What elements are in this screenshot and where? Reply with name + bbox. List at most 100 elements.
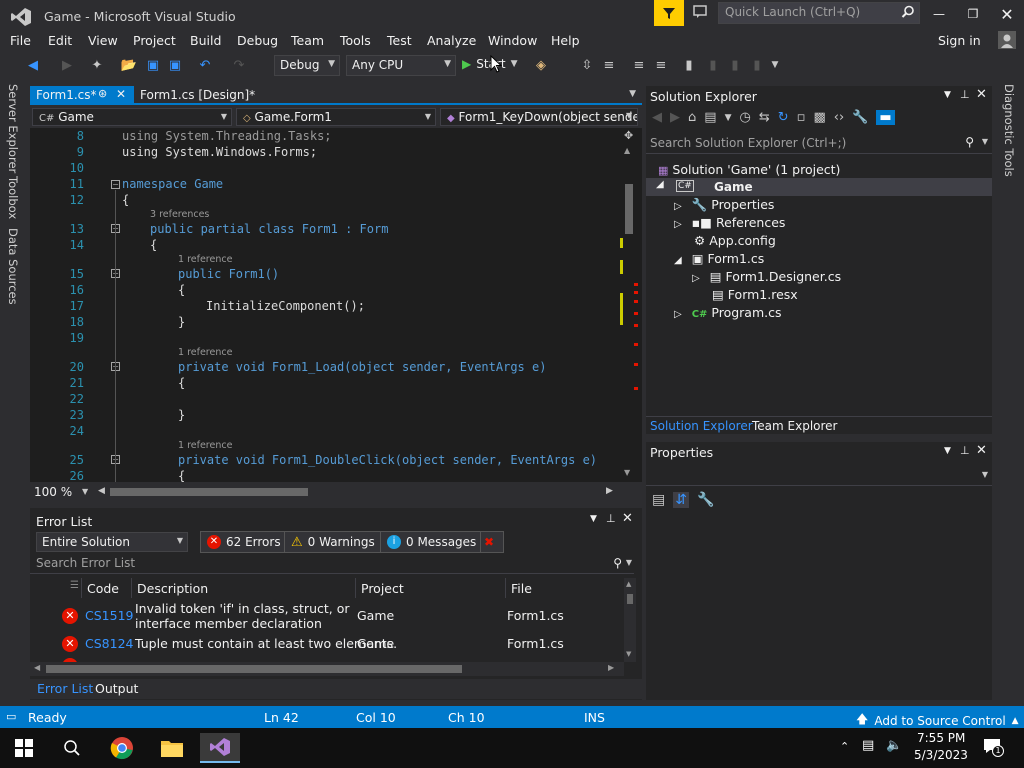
notification-center-icon[interactable]: 1 (982, 737, 1004, 757)
tab-form1-design[interactable]: Form1.cs [Design]* (134, 86, 274, 105)
diagnostic-tools-tab[interactable]: Diagnostic Tools (1002, 84, 1016, 177)
error-list-horizontal-scrollbar[interactable]: ◀ ▶ (30, 662, 624, 676)
codelens-references[interactable]: 1 reference (178, 254, 232, 265)
scroll-up-icon[interactable]: ▲ (626, 580, 631, 588)
clock-date[interactable]: 5/3/2023 (914, 748, 968, 762)
avatar[interactable] (998, 31, 1016, 49)
expanded-arrow-icon[interactable]: ◢ (674, 255, 682, 266)
project-dropdown[interactable]: C# Game ▼ (32, 108, 232, 126)
editor-vertical-scrollbar[interactable]: ✥ ▲ ▼ (620, 128, 642, 482)
collapsed-arrow-icon[interactable]: ▷ (674, 201, 682, 212)
tree-item-project[interactable]: ◢ C# Game (646, 178, 992, 196)
navigate-forward-icon[interactable]: ▶ (58, 56, 76, 74)
scroll-down-icon[interactable]: ▼ (624, 468, 630, 477)
menu-analyze[interactable]: Analyze (427, 33, 476, 48)
collapse-all-icon[interactable]: ▫ (797, 110, 806, 125)
undo-icon[interactable]: ↶ (196, 56, 214, 74)
prev-bookmark-icon[interactable]: ▮ (704, 56, 722, 74)
show-all-files-icon[interactable]: ▩ (813, 110, 825, 125)
server-explorer-tab[interactable]: Server Explorer (6, 84, 20, 173)
save-icon[interactable]: ▣ (144, 56, 162, 74)
menu-view[interactable]: View (88, 33, 118, 48)
menu-build[interactable]: Build (190, 33, 221, 48)
error-list-search-input[interactable]: Search Error List ⚲ ▼ (30, 554, 634, 574)
back-icon[interactable]: ◀ (652, 110, 662, 125)
properties-wrench-icon[interactable]: 🔧 (852, 110, 868, 125)
view-code-icon[interactable]: ‹› (834, 110, 844, 125)
expanded-arrow-icon[interactable]: ◢ (656, 179, 664, 190)
minimize-icon[interactable]: — (922, 3, 956, 25)
tree-item-form1[interactable]: ◢ ▣ Form1.cs (674, 251, 764, 266)
build-intellisense-filter-button[interactable]: ✖ (480, 531, 504, 553)
warnings-filter-button[interactable]: ⚠ 0 Warnings (284, 531, 382, 553)
collapsed-arrow-icon[interactable]: ▷ (692, 273, 700, 284)
menu-team[interactable]: Team (291, 33, 324, 48)
solution-platform-dropdown[interactable]: Any CPU ▼ (346, 55, 456, 76)
zoom-level[interactable]: 100 % (34, 485, 72, 499)
chrome-icon[interactable] (102, 733, 142, 763)
table-row[interactable]: ✕ CS1519 Invalid token 'if' in class, st… (30, 600, 622, 632)
bookmark-icon[interactable]: ▮ (680, 56, 698, 74)
tree-item-program[interactable]: ▷ C# Program.cs (674, 305, 782, 320)
close-icon[interactable]: ✕ (990, 3, 1024, 25)
property-pages-icon[interactable]: 🔧 (697, 492, 714, 508)
column-header-file[interactable]: File (506, 578, 622, 598)
error-list-vertical-scrollbar[interactable]: ▲ ▼ (624, 578, 636, 662)
collapsed-arrow-icon[interactable]: ▷ (674, 219, 682, 230)
visual-studio-taskbar-icon[interactable] (200, 733, 240, 763)
scroll-thumb[interactable] (46, 665, 462, 673)
chevron-down-icon[interactable]: ▼ (82, 487, 88, 496)
scroll-down-icon[interactable]: ▼ (626, 650, 631, 658)
error-code-link[interactable]: CS8124 (85, 636, 133, 651)
step-icon[interactable]: ⇳ (578, 56, 596, 74)
tree-item-form1-designer[interactable]: ▷ ▤ Form1.Designer.cs (692, 269, 841, 284)
menu-tools[interactable]: Tools (340, 33, 371, 48)
column-header-code[interactable]: Code (82, 578, 132, 598)
panel-menu-icon[interactable]: ▼ (944, 446, 951, 456)
menu-edit[interactable]: Edit (48, 33, 72, 48)
tab-team-explorer[interactable]: Team Explorer (752, 419, 838, 433)
codelens-references[interactable]: 1 reference (178, 347, 232, 358)
browser-link-icon[interactable]: ◈ (532, 56, 550, 74)
show-hidden-icons[interactable]: ⌃ (840, 740, 849, 753)
collapse-icon[interactable]: − (111, 180, 120, 189)
scroll-up-icon[interactable]: ▲ (624, 146, 630, 155)
feedback-filter-icon[interactable] (654, 0, 684, 26)
tab-form1-cs[interactable]: Form1.cs* ⊛ ✕ (30, 86, 134, 105)
code-editor[interactable]: 8 9 11 12 13 14 15 16 17 18 19 20 21 22 … (30, 128, 622, 482)
tree-item-solution[interactable]: ▦ Solution 'Game' (1 project) (658, 162, 840, 177)
sync-with-document-icon[interactable]: ⇆ (759, 110, 770, 125)
quick-launch-input[interactable]: Quick Launch (Ctrl+Q) (718, 2, 920, 24)
send-feedback-icon[interactable] (692, 4, 712, 24)
refresh-icon[interactable]: ↻ (778, 110, 789, 125)
redo-icon[interactable]: ↷ (230, 56, 248, 74)
tab-output[interactable]: Output (95, 681, 138, 696)
menu-project[interactable]: Project (133, 33, 176, 48)
scroll-thumb[interactable] (625, 184, 633, 234)
panel-menu-icon[interactable]: ▼ (590, 514, 597, 524)
toolbox-tab[interactable]: Toolbox (6, 176, 20, 219)
scroll-left-icon[interactable]: ◀ (98, 486, 105, 496)
network-icon[interactable]: ▤ (862, 738, 874, 753)
properties-object-dropdown[interactable]: ▼ (646, 466, 992, 486)
menu-help[interactable]: Help (551, 33, 580, 48)
close-icon[interactable]: ✕ (976, 87, 987, 102)
comment-icon[interactable]: ≡ (630, 56, 648, 74)
class-dropdown[interactable]: ◇ Game.Form1 ▼ (236, 108, 436, 126)
solution-explorer-search-input[interactable]: Search Solution Explorer (Ctrl+;) ⚲ ▼ (646, 134, 992, 154)
menu-debug[interactable]: Debug (237, 33, 278, 48)
restore-icon[interactable]: ❐ (956, 3, 990, 25)
codelens-references[interactable]: 3 references (150, 209, 209, 220)
collapsed-arrow-icon[interactable]: ▷ (674, 309, 682, 320)
error-code-link[interactable]: CS1519 (85, 608, 133, 623)
file-explorer-icon[interactable] (152, 733, 192, 763)
pending-changes-filter-icon[interactable]: ◷ (739, 110, 750, 125)
tree-item-properties[interactable]: ▷ 🔧 Properties (674, 197, 774, 213)
menu-test[interactable]: Test (387, 33, 412, 48)
scroll-left-icon[interactable]: ◀ (34, 663, 40, 672)
menu-file[interactable]: File (10, 33, 31, 48)
split-window-icon[interactable]: ✥ (624, 129, 633, 142)
clear-bookmarks-icon[interactable]: ▮ (748, 56, 766, 74)
column-header-project[interactable]: Project (356, 578, 506, 598)
tab-overflow-icon[interactable]: ▼ (629, 89, 636, 99)
